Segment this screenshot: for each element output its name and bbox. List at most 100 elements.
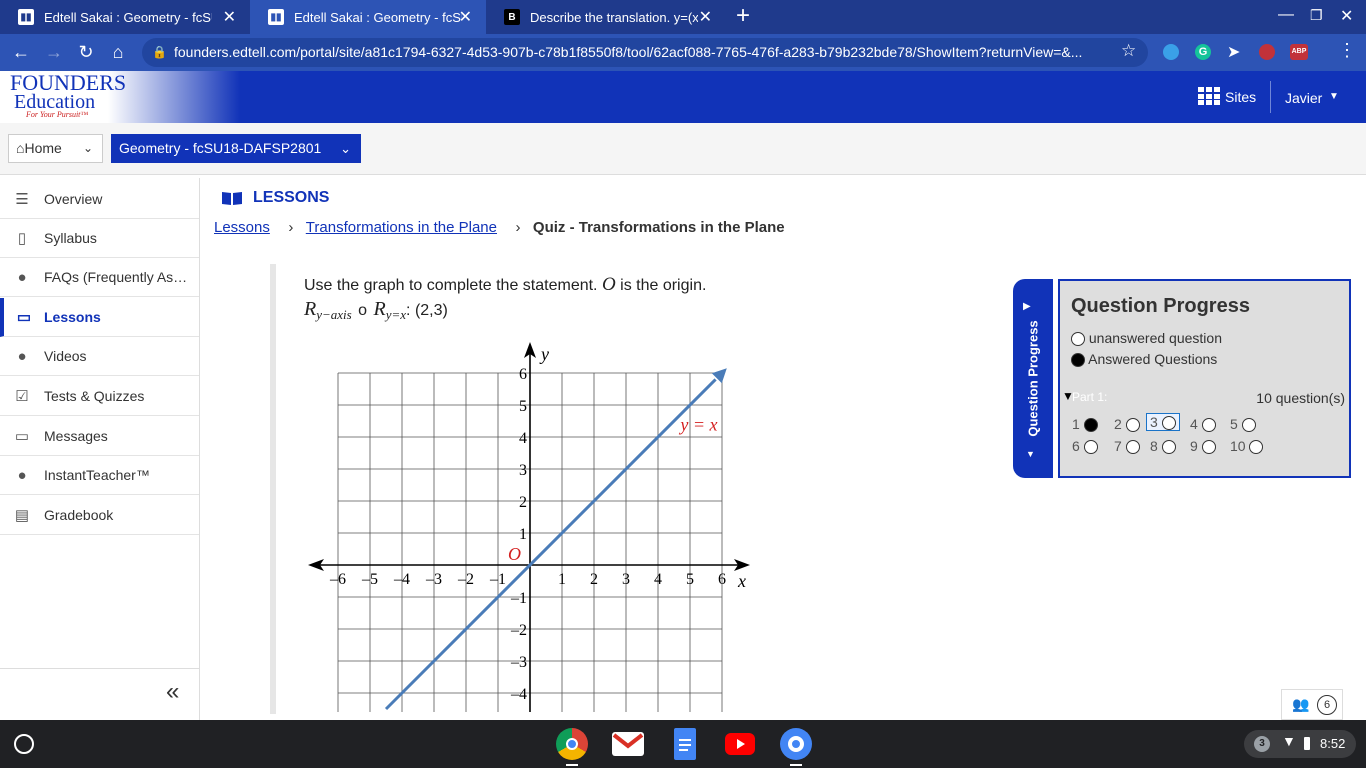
question-link-4[interactable]: 4 bbox=[1190, 416, 1216, 433]
sidebar-item-gradebook[interactable]: ▤ Gradebook bbox=[0, 496, 199, 535]
maximize-icon[interactable]: ❐ bbox=[1310, 7, 1323, 24]
breadcrumb: Lessons › Transformations in the Plane ›… bbox=[214, 219, 785, 237]
origin-variable: O bbox=[601, 274, 616, 295]
grammarly-icon[interactable]: G bbox=[1195, 44, 1211, 60]
presence-widget[interactable]: 👥 6 bbox=[1281, 689, 1343, 720]
globe-icon: ● bbox=[17, 466, 27, 484]
y-tick-label: 1 bbox=[519, 526, 527, 543]
extension-icon[interactable] bbox=[1163, 44, 1179, 60]
sidebar-item-label: Lessons bbox=[44, 309, 101, 325]
sidebar-item-tests-quizzes[interactable]: ☑ Tests & Quizzes bbox=[0, 377, 199, 416]
question-number: 8 bbox=[1150, 438, 1162, 454]
home-dropdown[interactable]: ⌂Home ⌄ bbox=[8, 134, 103, 163]
caret-down-icon[interactable]: ▼ bbox=[1329, 91, 1339, 102]
question-number: 4 bbox=[1190, 416, 1202, 432]
window-close-icon[interactable]: ✕ bbox=[1340, 6, 1353, 26]
sidebar-item-messages[interactable]: ▭ Messages bbox=[0, 417, 199, 456]
chrome-icon[interactable] bbox=[556, 728, 588, 760]
browser-tab-1[interactable]: ▮▮ Edtell Sakai : Geometry - fcSU18- ✕ bbox=[0, 0, 250, 34]
user-menu-button[interactable]: Javier bbox=[1285, 90, 1322, 106]
docs-icon[interactable] bbox=[674, 728, 696, 760]
address-bar[interactable]: 🔒 founders.edtell.com/portal/site/a81c17… bbox=[142, 38, 1148, 67]
reflection-r2-subscript: y=x bbox=[385, 307, 407, 323]
logo-line2: Education bbox=[14, 91, 96, 113]
x-tick-label: –2 bbox=[457, 571, 474, 588]
question-link-3[interactable]: 3 bbox=[1146, 413, 1180, 432]
radio-empty-icon bbox=[1083, 440, 1098, 455]
close-icon[interactable]: ✕ bbox=[459, 7, 472, 27]
close-icon[interactable]: ✕ bbox=[223, 7, 236, 27]
presence-count: 6 bbox=[1317, 695, 1337, 715]
course-dropdown[interactable]: Geometry - fcSU18-DAFSP2801 ⌄ bbox=[111, 134, 361, 163]
question-link-1[interactable]: 1 bbox=[1072, 416, 1098, 433]
youtube-icon[interactable] bbox=[725, 733, 755, 755]
sites-grid-icon[interactable] bbox=[1198, 87, 1222, 107]
list-icon: ☰ bbox=[15, 191, 29, 208]
question-progress-tab-label: Question Progress bbox=[1025, 320, 1041, 437]
back-icon[interactable]: ← bbox=[10, 42, 32, 63]
radio-empty-icon bbox=[1071, 332, 1085, 347]
forward-icon[interactable]: → bbox=[43, 42, 65, 63]
launcher-icon[interactable] bbox=[14, 734, 34, 754]
status-area[interactable]: 3 ▼ 8:52 bbox=[1244, 730, 1356, 758]
radio-empty-icon bbox=[1125, 440, 1140, 455]
y-tick-label: –3 bbox=[510, 654, 527, 671]
sidebar-item-lessons[interactable]: ▭ Lessons bbox=[0, 298, 199, 337]
sidebar-item-label: Gradebook bbox=[44, 507, 114, 523]
sites-button[interactable]: Sites bbox=[1225, 89, 1256, 105]
collapse-sidebar-icon[interactable]: « bbox=[166, 678, 179, 706]
settings-icon[interactable] bbox=[780, 728, 812, 760]
question-link-2[interactable]: 2 bbox=[1114, 416, 1140, 433]
x-tick-label: –3 bbox=[425, 571, 442, 588]
browser-tab-3[interactable]: B Describe the translation. y=(x+3) ✕ bbox=[486, 0, 726, 34]
breadcrumb-lessons[interactable]: Lessons bbox=[214, 219, 270, 236]
close-icon[interactable]: ✕ bbox=[699, 7, 712, 27]
sidebar-item-overview[interactable]: ☰ Overview bbox=[0, 180, 199, 219]
prompt-text: Use the graph to complete the statement. bbox=[304, 277, 598, 294]
chevron-right-icon: › bbox=[515, 219, 521, 236]
adblock-icon[interactable]: ABP bbox=[1290, 44, 1308, 60]
graph-axes bbox=[308, 342, 750, 712]
question-progress-title: Question Progress bbox=[1071, 295, 1250, 317]
radio-empty-icon bbox=[1241, 418, 1256, 433]
point-value: : (2,3) bbox=[406, 302, 448, 319]
question-link-5[interactable]: 5 bbox=[1230, 416, 1256, 433]
question-link-6[interactable]: 6 bbox=[1072, 438, 1098, 455]
question-link-10[interactable]: 10 bbox=[1230, 438, 1264, 455]
sidebar: ☰ Overview ▯ Syllabus ● FAQs (Frequently As… bbox=[0, 178, 200, 720]
extension-icon[interactable] bbox=[1259, 44, 1275, 60]
x-tick-label: 3 bbox=[622, 571, 630, 588]
radio-empty-icon bbox=[1161, 440, 1176, 455]
menu-kebab-icon[interactable]: ⋮ bbox=[1338, 40, 1356, 61]
home-icon[interactable]: ⌂ bbox=[107, 42, 129, 63]
x-axis-label: x bbox=[737, 571, 746, 591]
sidebar-item-instantteacher[interactable]: ● InstantTeacher™ bbox=[0, 456, 199, 495]
logo[interactable]: FOUNDERS Education For Your Pursuit™ bbox=[0, 71, 240, 123]
sidebar-item-label: InstantTeacher™ bbox=[44, 467, 150, 483]
tab-title: Edtell Sakai : Geometry - fcSU18- bbox=[294, 9, 462, 25]
sidebar-item-faqs[interactable]: ● FAQs (Frequently As… bbox=[0, 258, 199, 297]
sidebar-item-videos[interactable]: ● Videos bbox=[0, 337, 199, 376]
browser-tab-2[interactable]: ▮▮ Edtell Sakai : Geometry - fcSU18- ✕ bbox=[250, 0, 486, 34]
chevron-right-icon: › bbox=[288, 219, 294, 236]
minimize-icon[interactable]: — bbox=[1278, 6, 1294, 24]
gmail-icon[interactable] bbox=[612, 732, 644, 756]
question-link-8[interactable]: 8 bbox=[1150, 438, 1176, 455]
breadcrumb-transformations[interactable]: Transformations in the Plane bbox=[306, 219, 497, 236]
reload-icon[interactable]: ↻ bbox=[75, 42, 97, 63]
cursor-extension-icon[interactable]: ➤ bbox=[1227, 42, 1240, 62]
legend-unanswered: unanswered question bbox=[1071, 330, 1222, 347]
y-axis-label: y bbox=[539, 344, 549, 364]
triangle-down-icon: ▼ bbox=[1026, 449, 1035, 459]
question-link-7[interactable]: 7 bbox=[1114, 438, 1140, 455]
globe-icon: ● bbox=[17, 347, 27, 365]
new-tab-button[interactable]: + bbox=[736, 2, 750, 30]
sidebar-item-syllabus[interactable]: ▯ Syllabus bbox=[0, 219, 199, 258]
radio-empty-icon bbox=[1161, 416, 1176, 431]
logo-line1: FOUNDERS bbox=[10, 70, 127, 95]
question-progress-toggle[interactable]: ▶ Question Progress ▼ bbox=[1013, 279, 1053, 478]
course-bar: ⌂Home ⌄ Geometry - fcSU18-DAFSP2801 ⌄ bbox=[0, 123, 1366, 175]
bookmark-star-icon[interactable]: ☆ bbox=[1121, 41, 1136, 61]
sidebar-item-label: FAQs (Frequently As… bbox=[44, 269, 188, 285]
question-link-9[interactable]: 9 bbox=[1190, 438, 1216, 455]
